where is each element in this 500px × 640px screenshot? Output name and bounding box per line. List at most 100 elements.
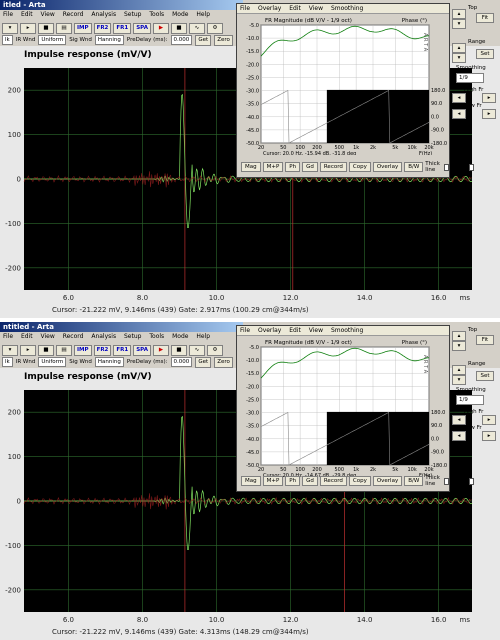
fr-y-tick: -40.0 [246, 437, 259, 443]
thick-grid-checkbox[interactable] [469, 163, 475, 171]
fr-window: File Overlay Edit View Smoothing -5.0 -10… [236, 3, 475, 178]
record-button[interactable]: Record [319, 476, 347, 486]
fr-buttons: Mag M+P Ph Gd Record Copy Overlay B/W Th… [241, 475, 475, 487]
arta-watermark: A R T A [422, 33, 428, 52]
set-button[interactable]: Set [476, 49, 494, 59]
gd-button[interactable]: Gd [302, 162, 318, 172]
fr-x-tick: 10k [408, 467, 417, 473]
fr-y-tick: -20.0 [246, 62, 259, 68]
fr-y-tick: -15.0 [246, 371, 259, 377]
range-up-arrow[interactable]: ▴ [452, 43, 466, 53]
range-up-arrow[interactable]: ▴ [452, 365, 466, 375]
top-down-arrow[interactable]: ▾ [452, 341, 466, 351]
thick-line-checkbox[interactable] [443, 163, 449, 171]
record-button[interactable]: Record [319, 162, 347, 172]
fr-y-tick: -15.0 [246, 49, 259, 55]
set-button[interactable]: Set [476, 371, 494, 381]
y-tick-label: -100 [5, 220, 21, 228]
overlay-button[interactable]: Overlay [372, 162, 403, 172]
fr-phase-tick: -180.0 [431, 141, 447, 147]
x-tick-label: 6.0 [63, 616, 74, 624]
smoothing-select[interactable]: 1/9 [456, 73, 484, 83]
mp-button[interactable]: M+P [262, 162, 284, 172]
fr-y-tick: -10.0 [246, 36, 259, 42]
top-up-arrow[interactable]: ▴ [452, 331, 466, 341]
thick-grid-label: Thick grid [450, 161, 466, 173]
top-down-arrow[interactable]: ▾ [452, 19, 466, 29]
fr-phase-tick: -90.0 [431, 128, 444, 134]
y-tick-label: 100 [8, 131, 21, 139]
status-cursor: Cursor: -21.222 mV, 9.146ms (439) Gate: … [52, 628, 309, 636]
smoothing-select[interactable]: 1/9 [456, 395, 484, 405]
fr-y-tick: -25.0 [246, 75, 259, 81]
thick-grid-checkbox[interactable] [469, 477, 475, 485]
thick-line-checkbox[interactable] [443, 477, 449, 485]
fr-menu-edit[interactable]: Edit [289, 5, 301, 12]
high-fr-right-arrow[interactable]: ▸ [482, 415, 496, 425]
ph-button[interactable]: Ph [285, 162, 301, 172]
arta-window-bottom: ntitled - Arta File Edit View Record Ana… [0, 322, 500, 640]
fr-menu-view[interactable]: View [309, 327, 323, 334]
y-tick-label: 200 [8, 87, 21, 95]
mag-button[interactable]: Mag [241, 476, 261, 486]
overlay-button[interactable]: Overlay [372, 476, 403, 486]
range-down-arrow[interactable]: ▾ [452, 53, 466, 63]
fr-menu-edit[interactable]: Edit [289, 327, 301, 334]
y-tick-label: -200 [5, 586, 21, 594]
x-axis: 6.0 8.0 10.0 12.0 14.0 16.0 ms [63, 294, 470, 302]
x-axis: 6.0 8.0 10.0 12.0 14.0 16.0 ms [63, 616, 470, 624]
top-label: Top [468, 5, 478, 11]
fr-buttons: Mag M+P Ph Gd Record Copy Overlay B/W Th… [241, 161, 475, 173]
copy-button[interactable]: Copy [348, 476, 371, 486]
low-fr-right-arrow[interactable]: ▸ [482, 109, 496, 119]
fr-chart[interactable]: -5.0 -10.0 -15.0 -20.0 -25.0 -30.0 -35.0 -40.0 -… [239, 337, 447, 477]
low-fr-left-arrow[interactable]: ◂ [452, 109, 466, 119]
high-fr-left-arrow[interactable]: ◂ [452, 415, 466, 425]
low-fr-label: Low Fr [464, 425, 482, 431]
high-fr-left-arrow[interactable]: ◂ [452, 93, 466, 103]
x-tick-label: 16.0 [431, 616, 447, 624]
mag-button[interactable]: Mag [241, 162, 261, 172]
fr-x-tick: 5k [392, 467, 398, 473]
fr-menu-view[interactable]: View [309, 5, 323, 12]
high-fr-right-arrow[interactable]: ▸ [482, 93, 496, 103]
high-fr-label: High Fr [464, 87, 484, 93]
x-unit-label: ms [460, 294, 471, 302]
fr-menu-file[interactable]: File [240, 5, 250, 12]
y-tick-label: 0 [17, 498, 21, 506]
mp-button[interactable]: M+P [262, 476, 284, 486]
fr-menu-smoothing[interactable]: Smoothing [331, 5, 363, 12]
fr-y-tick: -10.0 [246, 358, 259, 364]
y-tick-label: 100 [8, 453, 21, 461]
gd-button[interactable]: Gd [302, 476, 318, 486]
fit-button[interactable]: Fit [476, 335, 494, 345]
x-tick-label: 12.0 [283, 294, 299, 302]
fit-button[interactable]: Fit [476, 13, 494, 23]
high-fr-label: High Fr [464, 409, 484, 415]
fr-x-unit: F(Hz) [419, 151, 432, 155]
copy-button[interactable]: Copy [348, 162, 371, 172]
bw-button[interactable]: B/W [404, 476, 424, 486]
fr-phase-bg [326, 411, 429, 465]
fr-x-tick: 10k [408, 145, 417, 151]
fr-chart[interactable]: -5.0 -10.0 -15.0 -20.0 -25.0 -30.0 -35.0 -40.0 -… [239, 15, 447, 155]
ph-button[interactable]: Ph [285, 476, 301, 486]
fr-y-tick: -45.0 [246, 128, 259, 134]
thick-line-label: Thick line [425, 475, 440, 487]
y-tick-label: -100 [5, 542, 21, 550]
range-label: Range [468, 39, 486, 45]
top-up-arrow[interactable]: ▴ [452, 9, 466, 19]
fr-y-tick: -35.0 [246, 102, 259, 108]
range-down-arrow[interactable]: ▾ [452, 375, 466, 385]
fr-menu-overlay[interactable]: Overlay [258, 5, 281, 12]
fr-phase-tick: -90.0 [431, 450, 444, 456]
fr-menu-file[interactable]: File [240, 327, 250, 334]
low-fr-left-arrow[interactable]: ◂ [452, 431, 466, 441]
low-fr-right-arrow[interactable]: ▸ [482, 431, 496, 441]
status-cursor: Cursor: -21.222 mV, 9.146ms (439) Gate: … [52, 306, 309, 314]
fr-menu-smoothing[interactable]: Smoothing [331, 327, 363, 334]
bw-button[interactable]: B/W [404, 162, 424, 172]
fr-menu-overlay[interactable]: Overlay [258, 327, 281, 334]
fr-phase-bg [326, 89, 429, 143]
y-tick-label: 200 [8, 409, 21, 417]
